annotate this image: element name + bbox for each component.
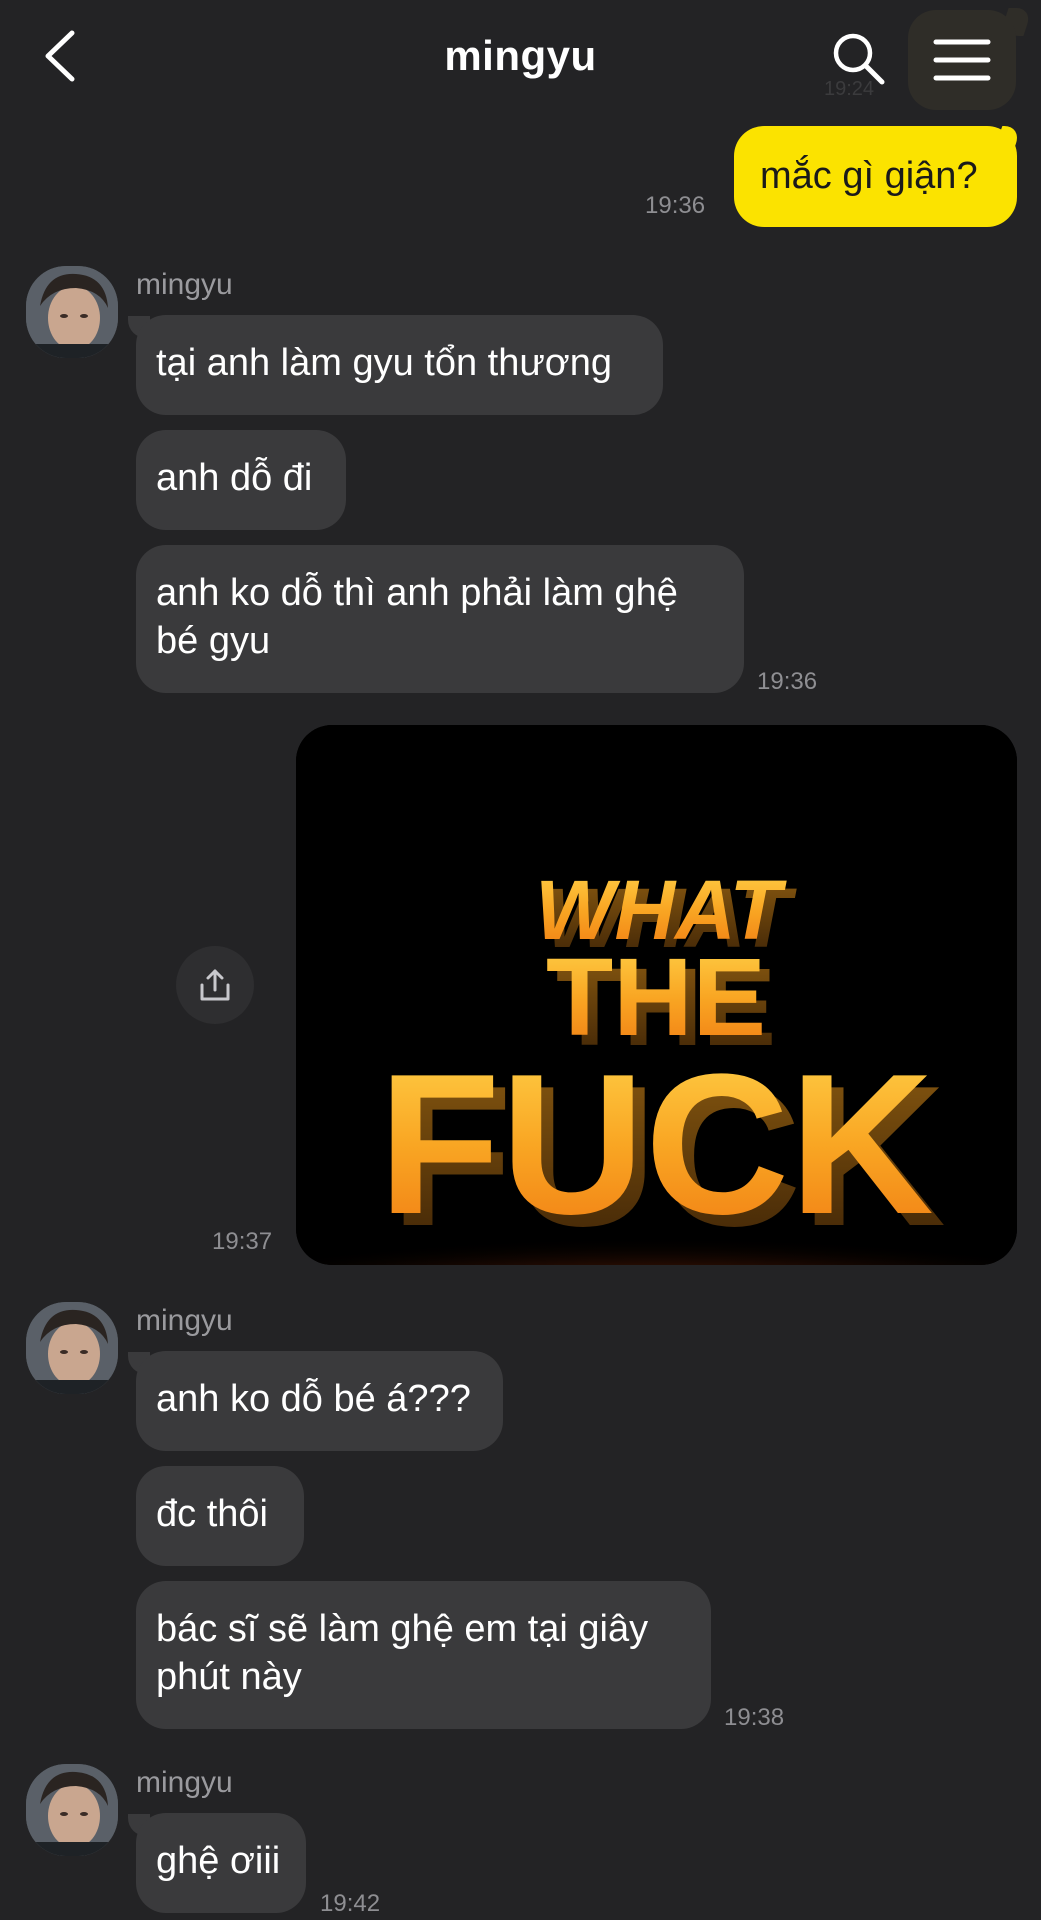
search-icon (833, 33, 885, 85)
message-time: 19:36 (645, 192, 706, 219)
incoming-message-bubble[interactable]: tại anh làm gyu tổn thương (136, 315, 663, 415)
sender-name: mingyu (136, 1766, 233, 1799)
sender-name: mingyu (136, 1304, 233, 1337)
avatar[interactable] (26, 266, 118, 358)
meme-text-fuck: FUCK (378, 1033, 933, 1256)
menu-button[interactable] (908, 10, 1016, 110)
incoming-message-bubble[interactable]: anh dỗ đi (136, 430, 346, 530)
image-message[interactable]: WHAT WHAT THE THE FUCK FUCK (296, 725, 1017, 1265)
incoming-message-bubble[interactable]: anh ko dỗ thì anh phải làm ghệ bé gyu (136, 545, 744, 693)
message-time: 19:42 (320, 1890, 381, 1917)
avatar-image (26, 266, 118, 358)
search-button[interactable] (826, 26, 892, 92)
message-time: 19:36 (757, 668, 818, 695)
avatar-image (26, 1302, 118, 1394)
sender-name: mingyu (136, 268, 233, 301)
share-icon (200, 969, 230, 1001)
message-time: 19:37 (212, 1228, 273, 1255)
message-time: 19:38 (724, 1704, 785, 1731)
avatar[interactable] (26, 1764, 118, 1856)
incoming-message-bubble[interactable]: ghệ ơiii (136, 1813, 306, 1913)
outgoing-message-bubble[interactable]: mắc gì giận? (734, 126, 1017, 227)
hamburger-menu-icon (933, 39, 991, 81)
avatar[interactable] (26, 1302, 118, 1394)
share-button[interactable] (176, 946, 254, 1024)
incoming-message-bubble[interactable]: anh ko dỗ bé á??? (136, 1351, 503, 1451)
meme-image: WHAT WHAT THE THE FUCK FUCK (296, 725, 1017, 1265)
incoming-message-bubble[interactable]: bác sĩ sẽ làm ghệ em tại giây phút này (136, 1581, 711, 1729)
avatar-image (26, 1764, 118, 1856)
chat-header: mingyu 19:24 (0, 0, 1041, 116)
incoming-message-bubble[interactable]: đc thôi (136, 1466, 304, 1566)
